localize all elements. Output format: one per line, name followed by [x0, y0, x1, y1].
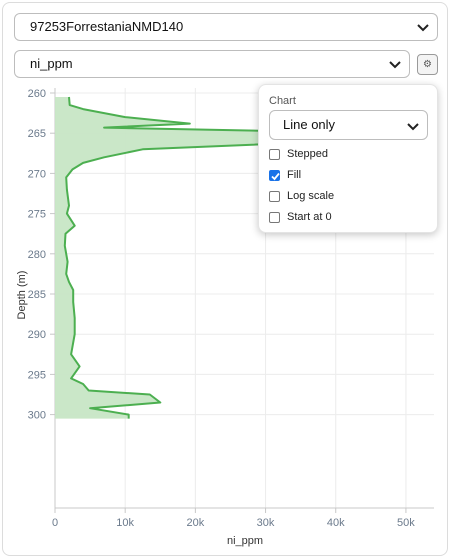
stepped-checkbox[interactable] [269, 149, 280, 160]
x-tick-label: 10k [116, 517, 134, 529]
stepped-label: Stepped [287, 148, 328, 160]
y-tick-label: 280 [28, 249, 46, 261]
chart-style-select[interactable]: Line only [269, 110, 428, 140]
y-tick-label: 285 [28, 289, 46, 301]
fill-label: Fill [287, 169, 302, 181]
chevron-down-icon [407, 123, 419, 131]
start-at-zero-label: Start at 0 [287, 211, 332, 223]
x-tick-label: 40k [327, 517, 345, 529]
fill-checkbox[interactable] [269, 170, 280, 181]
y-tick-label: 300 [28, 410, 46, 422]
chart-settings-popover: Chart Line only Stepped Fill Log scale S… [258, 84, 438, 233]
chart-settings-title: Chart [269, 95, 296, 107]
chart-style-value: Line only [283, 117, 336, 132]
x-tick-label: 0 [52, 517, 58, 529]
x-tick-label: 50k [397, 517, 415, 529]
y-axis-title: Depth (m) [16, 271, 28, 320]
y-tick-label: 295 [28, 369, 46, 381]
log-scale-checkbox[interactable] [269, 191, 280, 202]
x-tick-label: 20k [186, 517, 204, 529]
y-tick-label: 260 [28, 88, 46, 100]
check-icon [271, 172, 280, 181]
y-tick-label: 275 [28, 209, 46, 221]
start-at-zero-checkbox[interactable] [269, 212, 280, 223]
log-scale-label: Log scale [287, 190, 335, 202]
x-tick-label: 30k [257, 517, 275, 529]
y-tick-label: 270 [28, 168, 46, 180]
y-tick-label: 290 [28, 329, 46, 341]
x-axis-title: ni_ppm [227, 535, 263, 547]
y-tick-label: 265 [28, 128, 46, 140]
